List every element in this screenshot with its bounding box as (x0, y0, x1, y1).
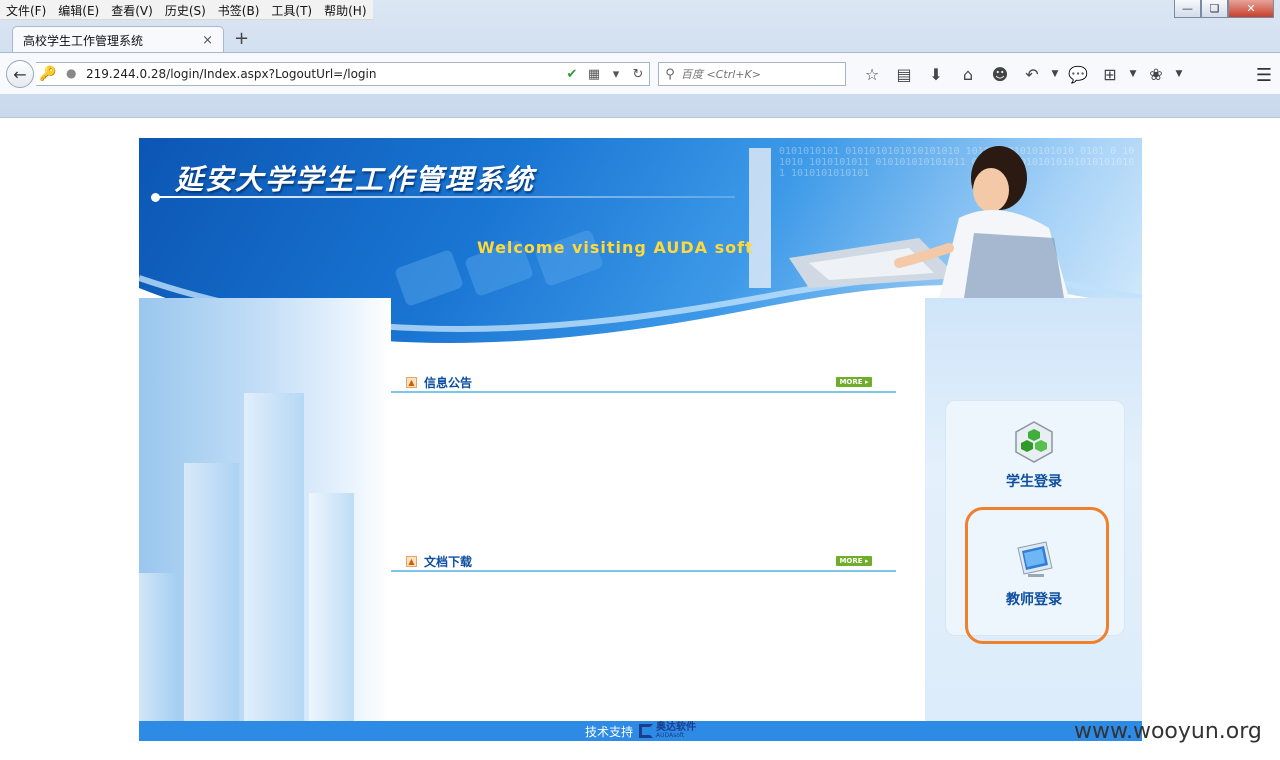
left-building-decoration (139, 298, 391, 723)
docs-more-button[interactable]: MORE ▸ (836, 556, 872, 566)
close-window-button[interactable]: ✕ (1228, 0, 1274, 18)
welcome-slogan: Welcome visiting AUDA soft (477, 238, 754, 257)
reader-icon[interactable]: ▤ (888, 65, 920, 84)
notice-more-button[interactable]: MORE ▸ (836, 377, 872, 387)
star-icon[interactable]: ☆ (856, 65, 888, 84)
shield-icon[interactable]: ✔ (561, 67, 583, 82)
dropdown-icon[interactable]: ▾ (605, 67, 627, 82)
url-bar[interactable]: 🔑 ● 219.244.0.28/login/Index.aspx?Logout… (36, 62, 650, 86)
menu-bar: 文件(F) 编辑(E) 查看(V) 历史(S) 书签(B) 工具(T) 帮助(H… (0, 0, 373, 20)
back-arrow-icon: ← (13, 64, 27, 84)
undo-icon[interactable]: ↶ (1016, 65, 1048, 84)
close-icon: ✕ (1246, 2, 1256, 15)
menu-help[interactable]: 帮助(H) (318, 0, 372, 19)
browser-chrome: 文件(F) 编辑(E) 查看(V) 历史(S) 书签(B) 工具(T) 帮助(H… (0, 0, 1280, 118)
menu-bookmarks[interactable]: 书签(B) (212, 0, 266, 19)
teacher-login-label: 教师登录 (1006, 592, 1062, 608)
addon-icon[interactable]: ❀ (1140, 65, 1172, 84)
up-arrow-icon: ▲ (406, 376, 417, 388)
minimize-button[interactable]: — (1174, 0, 1201, 18)
teacher-login-button[interactable]: 教师登录 (974, 538, 1094, 609)
docs-section-title: 文档下载 (424, 554, 473, 569)
key-icon[interactable]: 🔑 (36, 66, 60, 82)
login-page: 0101010101 0101010101010101010 101010101… (139, 138, 1142, 741)
back-button[interactable]: ← (6, 60, 34, 88)
navigation-toolbar: ← 🔑 ● 219.244.0.28/login/Index.aspx?Logo… (0, 52, 1280, 94)
menu-file[interactable]: 文件(F) (0, 0, 52, 19)
window-controls: — ❏ ✕ (1174, 0, 1274, 18)
teacher-monitor-icon (1017, 541, 1053, 577)
tab-active[interactable]: 高校学生工作管理系统 × (12, 26, 224, 53)
notice-section-title: 信息公告 (424, 375, 473, 390)
student-login-button[interactable]: 学生登录 (974, 420, 1094, 491)
chat-icon[interactable]: ☻ (984, 65, 1016, 84)
notice-section-header: ▲ 信息公告 MORE ▸ (391, 373, 896, 393)
docs-section-header: ▲ 文档下载 MORE ▸ (391, 552, 896, 572)
auda-logo-subtext: AUDAsoft (656, 732, 685, 739)
comment-icon[interactable]: 💬 (1062, 65, 1094, 84)
restore-icon: ❏ (1209, 2, 1220, 15)
auda-logo: 奥达软件 AUDAsoft (639, 723, 696, 739)
footer-bar: 技术支持 奥达软件 AUDAsoft (139, 721, 1142, 741)
search-bar[interactable]: ⚲ (658, 62, 846, 86)
crop-icon[interactable]: ⊞ (1094, 65, 1126, 84)
new-tab-button[interactable]: + (234, 28, 249, 49)
toolbar-icons: ☆ ▤ ⬇ ⌂ ☻ ↶ ▼ 💬 ⊞ ▼ ❀ ▼ (856, 65, 1186, 84)
auda-logo-mark-icon (639, 724, 653, 738)
reload-icon[interactable]: ↻ (627, 67, 649, 82)
banner-title-dot (151, 193, 160, 202)
watermark-text: www.wooyun.org (1074, 719, 1262, 744)
globe-icon: ● (66, 66, 77, 80)
tab-close-icon[interactable]: × (202, 33, 213, 48)
tab-title: 高校学生工作管理系统 (23, 33, 144, 48)
search-input[interactable] (681, 67, 845, 81)
student-login-label: 学生登录 (1006, 474, 1062, 490)
up-arrow-icon: ▲ (406, 555, 417, 567)
search-icon: ⚲ (665, 66, 675, 82)
student-cubes-icon (1015, 421, 1053, 463)
undo-dropdown-icon[interactable]: ▼ (1048, 65, 1062, 84)
addon-dropdown-icon[interactable]: ▼ (1172, 65, 1186, 84)
crop-dropdown-icon[interactable]: ▼ (1126, 65, 1140, 84)
minimize-icon: — (1182, 2, 1193, 15)
home-icon[interactable]: ⌂ (952, 65, 984, 84)
url-text[interactable]: 219.244.0.28/login/Index.aspx?LogoutUrl=… (82, 67, 561, 81)
hamburger-menu-icon[interactable]: ☰ (1256, 65, 1272, 86)
menu-edit[interactable]: 编辑(E) (52, 0, 105, 19)
banner-person-illustration (749, 146, 1069, 298)
menu-history[interactable]: 历史(S) (159, 0, 212, 19)
qr-code-icon[interactable]: ▦ (583, 67, 605, 82)
system-title: 延安大学学生工作管理系统 (175, 163, 536, 196)
menu-view[interactable]: 查看(V) (105, 0, 159, 19)
footer-support-text: 技术支持 (584, 724, 633, 739)
restore-button[interactable]: ❏ (1201, 0, 1228, 18)
menu-tools[interactable]: 工具(T) (265, 0, 318, 19)
auda-logo-text: 奥达软件 (656, 722, 696, 733)
tab-strip: 高校学生工作管理系统 × + (0, 24, 1280, 53)
download-icon[interactable]: ⬇ (920, 65, 952, 84)
